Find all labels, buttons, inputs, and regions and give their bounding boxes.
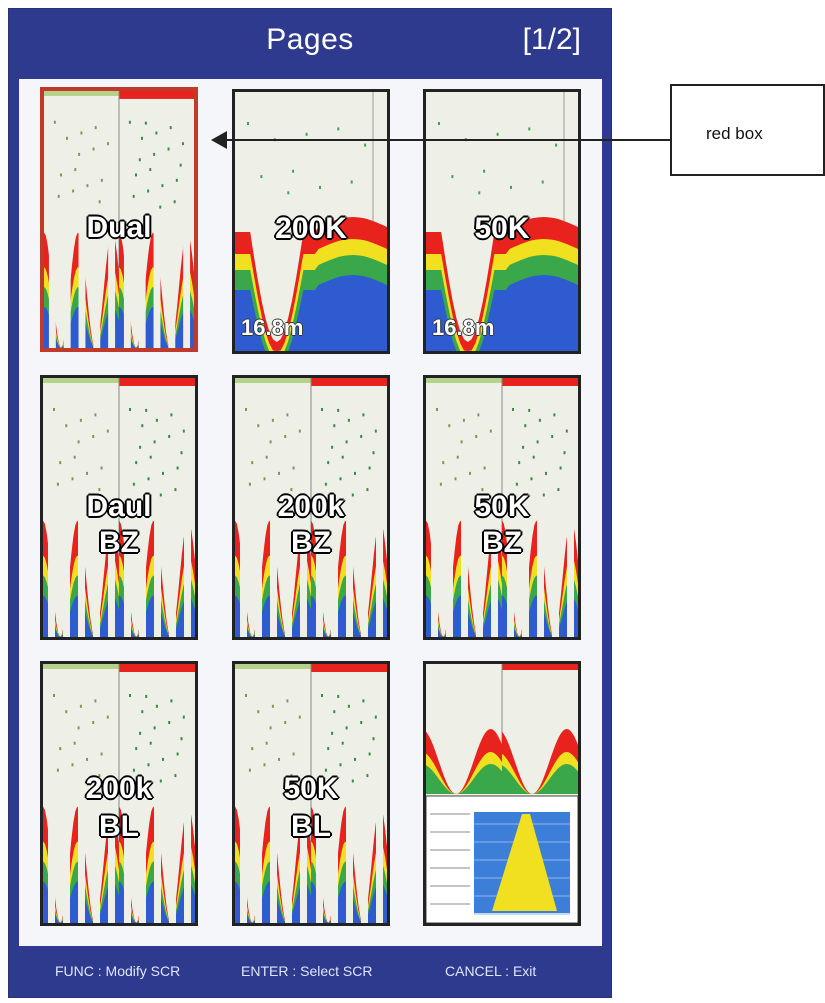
thumbnail-sublabel: BL xyxy=(291,810,331,843)
thumbnail-label: Dual xyxy=(86,211,152,244)
thumbnail-label: 200K xyxy=(275,212,347,245)
arrow-left-icon xyxy=(211,131,227,149)
pages-header: Pages [1/2] xyxy=(9,9,611,77)
callout-arrow-line xyxy=(225,139,671,141)
page-thumbnail-50k-bl[interactable]: 50K BL xyxy=(232,661,390,926)
thumbnail-label: 200k xyxy=(85,772,153,805)
sounder-screen: Pages [1/2] Dual 200K 16.8m 50K 16.8m Da… xyxy=(8,8,612,998)
page-indicator: [1/2] xyxy=(522,23,581,56)
thumbnail-sublabel: BZ xyxy=(482,526,522,559)
depth-readout: 16.8m xyxy=(241,315,304,340)
thumbnail-label: 50K xyxy=(474,490,530,523)
thumbnail-label: 50K xyxy=(283,772,339,805)
enter-hint: ENTER : Select SCR xyxy=(241,963,373,979)
page-thumbnail-dual-bz[interactable]: Daul BZ xyxy=(40,375,198,640)
combo-echogram-icon xyxy=(426,664,578,923)
page-thumbnail-50k[interactable]: 50K 16.8m xyxy=(423,89,581,354)
page-thumbnail-echo-plus-display[interactable] xyxy=(423,661,581,926)
page-thumbnail-200k-bl[interactable]: 200k BL xyxy=(40,661,198,926)
func-hint: FUNC : Modify SCR xyxy=(55,963,181,979)
page-title: Pages xyxy=(266,23,354,56)
annotation-callout: red box xyxy=(670,84,825,176)
key-guide-bar: FUNC : Modify SCR ENTER : Select SCR CAN… xyxy=(9,946,611,998)
thumbnail-sublabel: BZ xyxy=(291,526,331,559)
page-thumbnail-200k[interactable]: 200K 16.8m xyxy=(232,89,390,354)
thumbnail-label: 200k xyxy=(277,490,345,523)
thumbnail-sublabel: BZ xyxy=(99,526,139,559)
callout-text: red box xyxy=(706,124,763,143)
cancel-hint: CANCEL : Exit xyxy=(445,963,537,979)
thumbnail-sublabel: BL xyxy=(99,810,139,843)
thumbnail-grid: Dual 200K 16.8m 50K 16.8m Daul BZ 200k B… xyxy=(19,79,602,946)
page-thumbnail-50k-bz[interactable]: 50K BZ xyxy=(423,375,581,640)
page-thumbnail-200k-bz[interactable]: 200k BZ xyxy=(232,375,390,640)
depth-readout: 16.8m xyxy=(432,315,495,340)
page-thumbnail-dual[interactable]: Dual xyxy=(40,87,198,352)
thumbnail-label: 50K xyxy=(474,212,530,245)
thumbnail-label: Daul xyxy=(86,490,152,523)
